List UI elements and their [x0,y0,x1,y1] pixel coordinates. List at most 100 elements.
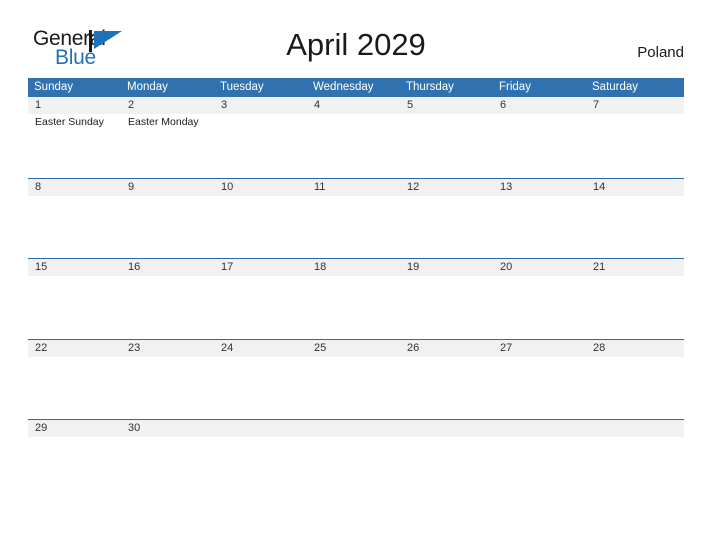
day-cell[interactable] [121,437,214,499]
day-cell[interactable] [493,196,586,258]
day-number[interactable]: 26 [400,340,493,357]
day-number[interactable]: 5 [400,97,493,114]
holiday-label: Easter Sunday [35,116,104,128]
day-number[interactable]: 11 [307,179,400,196]
day-number[interactable]: 1 [28,97,121,114]
day-cell[interactable] [214,196,307,258]
day-cell[interactable] [121,196,214,258]
weekday-monday: Monday [127,81,168,93]
day-cell[interactable]: Easter Monday [121,114,214,176]
day-number[interactable]: 9 [121,179,214,196]
day-cell[interactable] [307,276,400,338]
day-cell[interactable] [214,276,307,338]
week-events-band: Easter Sunday Easter Monday [28,114,684,176]
day-number[interactable]: 6 [493,97,586,114]
day-number-empty [586,420,684,437]
day-cell[interactable] [214,357,307,419]
day-cell[interactable] [28,276,121,338]
day-cell[interactable] [400,357,493,419]
day-cell[interactable] [493,114,586,176]
weekday-saturday: Saturday [592,81,639,93]
week-date-band: 15 16 17 18 19 20 21 [28,259,684,276]
day-cell[interactable] [307,437,400,499]
holiday-label: Easter Monday [128,116,199,128]
day-cell[interactable] [586,276,684,338]
day-cell[interactable] [586,357,684,419]
day-number[interactable]: 12 [400,179,493,196]
day-cell[interactable] [493,437,586,499]
day-number-empty [400,420,493,437]
day-cell[interactable] [493,276,586,338]
day-number[interactable]: 17 [214,259,307,276]
calendar-week-row: 22 23 24 25 26 27 28 [28,338,684,420]
day-cell[interactable] [28,196,121,258]
day-number-empty [493,420,586,437]
day-number[interactable]: 29 [28,420,121,437]
day-cell[interactable] [400,437,493,499]
day-number[interactable]: 16 [121,259,214,276]
day-cell[interactable] [121,357,214,419]
week-date-band: 29 30 [28,420,684,437]
weekday-wednesday: Wednesday [313,81,374,93]
day-cell[interactable] [586,196,684,258]
day-number[interactable]: 4 [307,97,400,114]
calendar-weekday-header: Sunday Monday Tuesday Wednesday Thursday… [28,78,684,97]
day-number[interactable]: 19 [400,259,493,276]
country-label: Poland [637,44,684,61]
day-number[interactable]: 23 [121,340,214,357]
day-cell[interactable] [307,196,400,258]
day-number[interactable]: 3 [214,97,307,114]
day-cell[interactable] [214,437,307,499]
day-number[interactable]: 25 [307,340,400,357]
calendar-grid: Sunday Monday Tuesday Wednesday Thursday… [28,78,684,500]
day-cell[interactable] [400,196,493,258]
day-number[interactable]: 18 [307,259,400,276]
weekday-friday: Friday [499,81,531,93]
day-number[interactable]: 10 [214,179,307,196]
week-date-band: 22 23 24 25 26 27 28 [28,339,684,357]
day-cell[interactable] [586,114,684,176]
week-date-band: 1234567 [28,97,684,114]
day-cell[interactable] [121,276,214,338]
day-number[interactable]: 22 [28,340,121,357]
day-number[interactable]: 20 [493,259,586,276]
calendar-week-row: 29 30 [28,419,684,500]
day-number-empty [307,420,400,437]
day-cell[interactable] [493,357,586,419]
weekday-sunday: Sunday [34,81,74,93]
calendar-week-row: 1 2 3 4 5 6 7 Easter Sunday Easter Monday [28,97,684,178]
day-cell[interactable] [28,357,121,419]
day-number-empty [214,420,307,437]
week-events-band [28,356,684,419]
week-events-band [28,437,684,499]
day-cell[interactable]: Easter Sunday [28,114,121,176]
calendar-week-row: 8 9 10 11 12 13 14 [28,177,684,259]
day-number[interactable]: 13 [493,179,586,196]
day-number[interactable]: 27 [493,340,586,357]
week-date-band: 8 9 10 11 12 13 14 [28,178,684,196]
weekday-tuesday: Tuesday [220,81,264,93]
day-number[interactable]: 24 [214,340,307,357]
day-number[interactable]: 15 [28,259,121,276]
day-number[interactable]: 7 [586,97,684,114]
day-cell[interactable] [214,114,307,176]
day-number[interactable]: 8 [28,179,121,196]
day-number[interactable]: 21 [586,259,684,276]
day-cell[interactable] [586,437,684,499]
day-number[interactable]: 14 [586,179,684,196]
page-title: April 2029 [286,27,426,62]
day-cell[interactable] [307,114,400,176]
week-events-band [28,276,684,338]
day-number[interactable]: 28 [586,340,684,357]
day-number[interactable]: 2 [121,97,214,114]
weekday-thursday: Thursday [406,81,454,93]
calendar-week-row: 15 16 17 18 19 20 21 [28,258,684,339]
page-header: General Blue April 2029 Poland [0,0,712,68]
day-number[interactable]: 30 [121,420,214,437]
week-events-band [28,195,684,258]
day-cell[interactable] [28,437,121,499]
calendar-weeks: 1 2 3 4 5 6 7 Easter Sunday Easter Monday 8 9 10 11 1… [28,97,684,500]
day-cell[interactable] [307,357,400,419]
day-cell[interactable] [400,114,493,176]
day-cell[interactable] [400,276,493,338]
